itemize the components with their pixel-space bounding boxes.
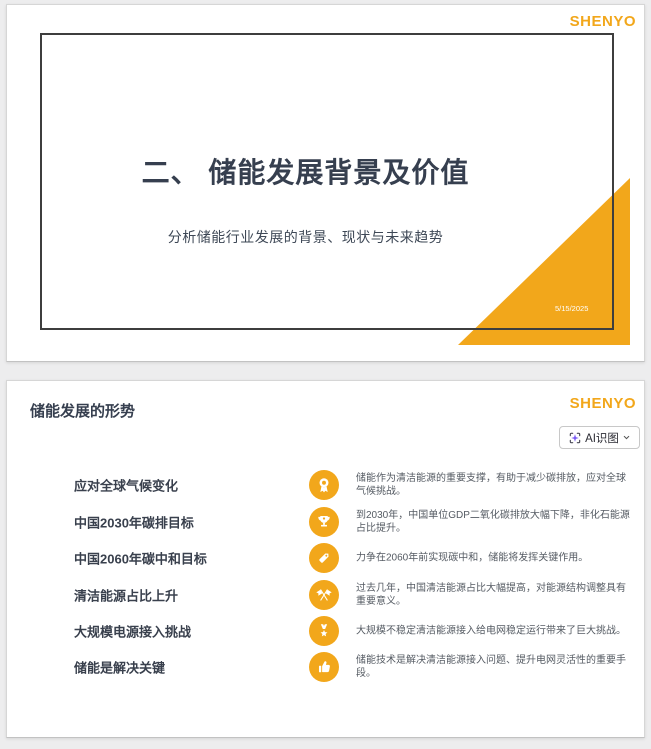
slide-title: 二、 储能发展背景及价值 xyxy=(141,157,470,188)
list-item: 中国2060年碳中和目标 力争在2060年前实现碳中和，储能将发挥关键作用。 xyxy=(7,540,644,576)
list-item: 储能是解决关键 储能技术是解决清洁能源接入问题、提升电网灵活性的重要手段。 xyxy=(7,649,644,685)
medal-star-icon xyxy=(309,616,339,646)
slide-1-card[interactable]: SHENYO 二、 储能发展背景及价值 分析储能行业发展的背景、现状与未来趋势 … xyxy=(6,4,645,362)
ai-scan-sparkle-icon xyxy=(568,431,582,445)
list-item: 中国2030年碳排目标 到2030年，中国单位GDP二氧化碳排放大幅下降，非化石… xyxy=(7,504,644,540)
slide-2-card[interactable]: SHENYO 储能发展的形势 AI识图 应对全球气候变化 储能作为清洁能源的重要… xyxy=(6,380,645,738)
item-label: 储能是解决关键 xyxy=(74,660,166,676)
slide-subtitle: 分析储能行业发展的背景、现状与未来趋势 xyxy=(167,229,444,245)
ai-recognize-button[interactable]: AI识图 xyxy=(559,426,640,449)
item-description: 储能作为清洁能源的重要支撑，有助于减少碳排放，应对全球气候挑战。 xyxy=(356,473,626,497)
item-label: 中国2060年碳中和目标 xyxy=(74,551,207,567)
item-description: 力争在2060年前实现碳中和，储能将发挥关键作用。 xyxy=(356,552,589,564)
brand-logo: SHENYO xyxy=(569,13,636,30)
item-description: 储能技术是解决清洁能源接入问题、提升电网灵活性的重要手段。 xyxy=(356,655,626,679)
item-label: 大规模电源接入挑战 xyxy=(74,624,192,640)
item-label: 清洁能源占比上升 xyxy=(74,588,179,604)
award-rosette-icon xyxy=(309,470,339,500)
brand-logo: SHENYO xyxy=(569,395,636,412)
list-item: 大规模电源接入挑战 大规模不稳定清洁能源接入给电网稳定运行带来了巨大挑战。 xyxy=(7,613,644,649)
slide-title: 储能发展的形势 xyxy=(30,403,136,420)
list-item: 应对全球气候变化 储能作为清洁能源的重要支撑，有助于减少碳排放，应对全球气候挑战… xyxy=(7,467,644,503)
crossed-flags-icon xyxy=(309,580,339,610)
ai-button-label: AI识图 xyxy=(585,432,619,445)
price-tag-icon xyxy=(309,543,339,573)
item-label: 应对全球气候变化 xyxy=(74,478,179,494)
list-item: 清洁能源占比上升 过去几年，中国清洁能源占比大幅提高，对能源结构调整具有重要意义… xyxy=(7,577,644,613)
thumbs-up-icon xyxy=(309,652,339,682)
trophy-icon xyxy=(309,507,339,537)
chevron-down-icon[interactable] xyxy=(622,433,631,442)
item-description: 过去几年，中国清洁能源占比大幅提高，对能源结构调整具有重要意义。 xyxy=(356,583,626,607)
item-label: 中国2030年碳排目标 xyxy=(74,515,194,531)
slide-preview-stage: SHENYO 二、 储能发展背景及价值 分析储能行业发展的背景、现状与未来趋势 … xyxy=(0,0,651,749)
corner-triangle-decoration xyxy=(458,178,630,345)
slide-date: 5/15/2025 xyxy=(555,304,589,313)
item-description: 大规模不稳定清洁能源接入给电网稳定运行带来了巨大挑战。 xyxy=(356,625,626,637)
item-description: 到2030年，中国单位GDP二氧化碳排放大幅下降，非化石能源占比提升。 xyxy=(356,510,630,534)
